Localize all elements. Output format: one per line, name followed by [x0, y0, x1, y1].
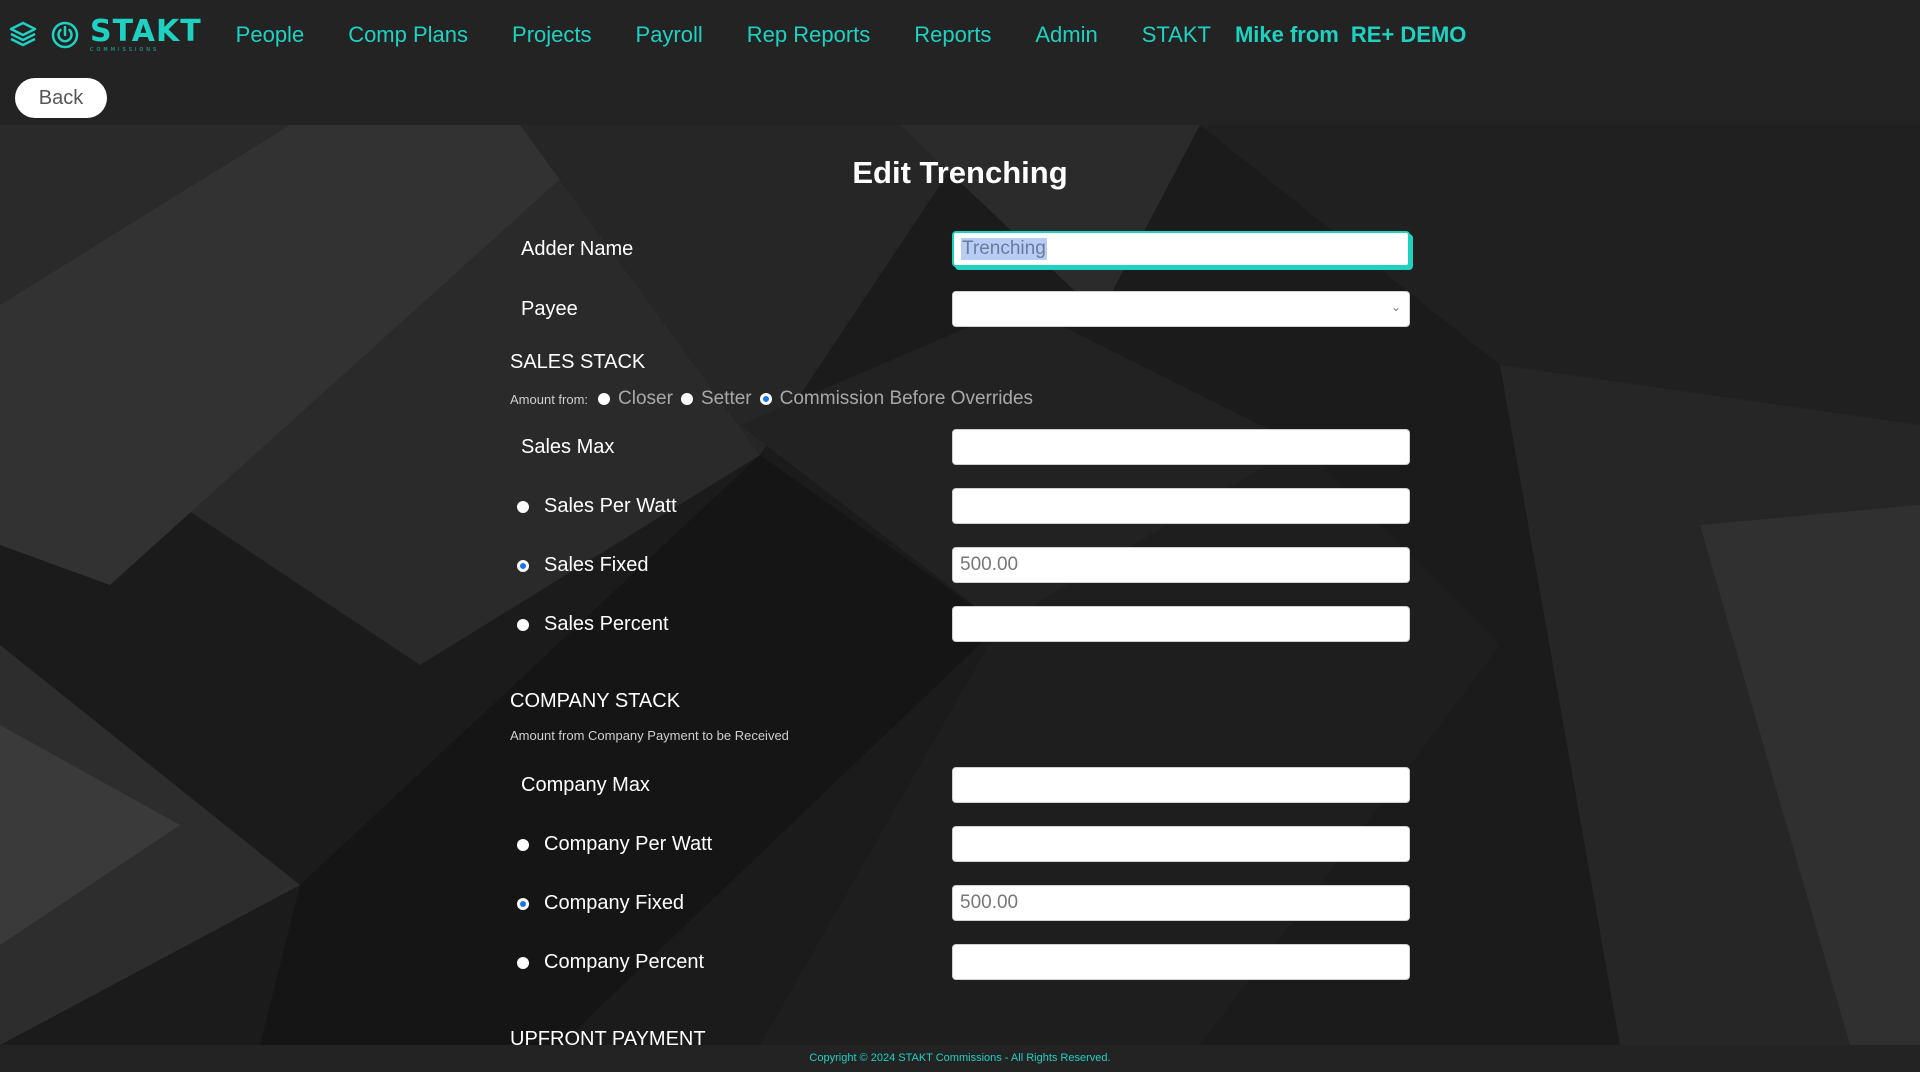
nav-admin[interactable]: Admin	[1035, 22, 1097, 48]
sales-per-watt-input[interactable]	[952, 488, 1410, 524]
footer-copyright: Copyright © 2024 STAKT Commissions - All…	[0, 1045, 1920, 1066]
company-percent-input[interactable]	[952, 944, 1410, 980]
sales-stack-heading: SALES STACK	[510, 351, 646, 373]
nav-stakt[interactable]: STAKT	[1142, 22, 1211, 48]
upfront-payment-heading: UPFRONT PAYMENT	[510, 1028, 706, 1045]
radio-sales-per-watt[interactable]	[517, 501, 529, 513]
adder-name-value: Trenching	[961, 238, 1047, 260]
back-button[interactable]: Back	[15, 78, 107, 118]
sales-per-watt-label: Sales Per Watt	[544, 495, 677, 517]
nav-payroll[interactable]: Payroll	[636, 22, 703, 48]
company-max-input[interactable]	[952, 767, 1410, 803]
brand-wordmark: STAKT	[90, 14, 202, 49]
sales-fixed-value: 500.00	[960, 554, 1019, 575]
radio-sales-percent[interactable]	[517, 619, 529, 631]
edit-adder-form: Adder Name Trenching Payee ⌄ SALES STACK…	[0, 125, 1920, 1045]
brand-subtitle: COMMISSIONS	[90, 47, 160, 53]
user-org-label: Mike from RE+ DEMO	[1235, 22, 1466, 48]
sales-fixed-input[interactable]: 500.00	[952, 547, 1410, 583]
radio-setter[interactable]	[680, 393, 693, 405]
amount-from-label: Amount from:	[510, 391, 589, 407]
company-stack-note: Amount from Company Payment to be Receiv…	[510, 728, 789, 743]
main-menu: People Comp Plans Projects Payroll Rep R…	[236, 22, 1255, 48]
org-name: RE+ DEMO	[1350, 22, 1467, 47]
company-fixed-label: Company Fixed	[544, 892, 685, 914]
sales-percent-input[interactable]	[952, 606, 1410, 642]
company-max-label: Company Max	[521, 774, 650, 796]
company-percent-label: Company Percent	[544, 951, 705, 973]
radio-sales-fixed[interactable]	[517, 560, 529, 572]
layers-icon[interactable]	[8, 20, 38, 50]
company-fixed-value: 500.00	[960, 892, 1019, 913]
radio-company-per-watt[interactable]	[517, 839, 529, 851]
amount-from-commission-before-overrides[interactable]: Commission Before Overrides	[759, 388, 1034, 410]
chevron-down-icon: ⌄	[1390, 300, 1401, 314]
company-per-watt-label: Company Per Watt	[544, 833, 713, 855]
adder-name-input[interactable]: Trenching	[952, 231, 1410, 267]
logo-icons	[8, 20, 80, 50]
payee-select[interactable]: ⌄	[952, 291, 1410, 327]
radio-closer[interactable]	[598, 393, 611, 405]
brand-logo[interactable]: STAKT COMMISSIONS	[90, 17, 202, 53]
sales-percent-label: Sales Percent	[544, 613, 669, 635]
nav-reports[interactable]: Reports	[914, 22, 991, 48]
radio-company-percent[interactable]	[517, 957, 529, 969]
nav-projects[interactable]: Projects	[512, 22, 591, 48]
setter-label: Setter	[700, 388, 752, 409]
amount-from-setter[interactable]: Setter	[680, 388, 752, 410]
closer-label: Closer	[618, 388, 673, 409]
nav-people[interactable]: People	[236, 22, 305, 48]
company-stack-heading: COMPANY STACK	[510, 690, 681, 712]
nav-comp-plans[interactable]: Comp Plans	[348, 22, 468, 48]
sales-fixed-label: Sales Fixed	[544, 554, 649, 576]
nav-rep-reports[interactable]: Rep Reports	[747, 22, 871, 48]
amount-from-closer[interactable]: Closer	[598, 388, 673, 410]
adder-name-label: Adder Name	[521, 238, 634, 260]
radio-company-fixed[interactable]	[517, 898, 529, 910]
commission-before-overrides-label: Commission Before Overrides	[779, 388, 1034, 409]
top-nav: STAKT COMMISSIONS People Comp Plans Proj…	[0, 0, 1920, 70]
radio-commission-before-overrides[interactable]	[759, 393, 772, 405]
sales-max-input[interactable]	[952, 429, 1410, 465]
content-area: Edit Trenching Adder Name Trenching Paye…	[0, 125, 1920, 1045]
power-icon[interactable]	[50, 20, 80, 50]
user-name: Mike from	[1234, 22, 1339, 47]
sales-max-label: Sales Max	[521, 436, 615, 458]
company-fixed-input[interactable]: 500.00	[952, 885, 1410, 921]
company-per-watt-input[interactable]	[952, 826, 1410, 862]
payee-label: Payee	[521, 298, 578, 320]
amount-from-group: Amount from: Closer Setter Commission Be…	[510, 388, 1041, 410]
